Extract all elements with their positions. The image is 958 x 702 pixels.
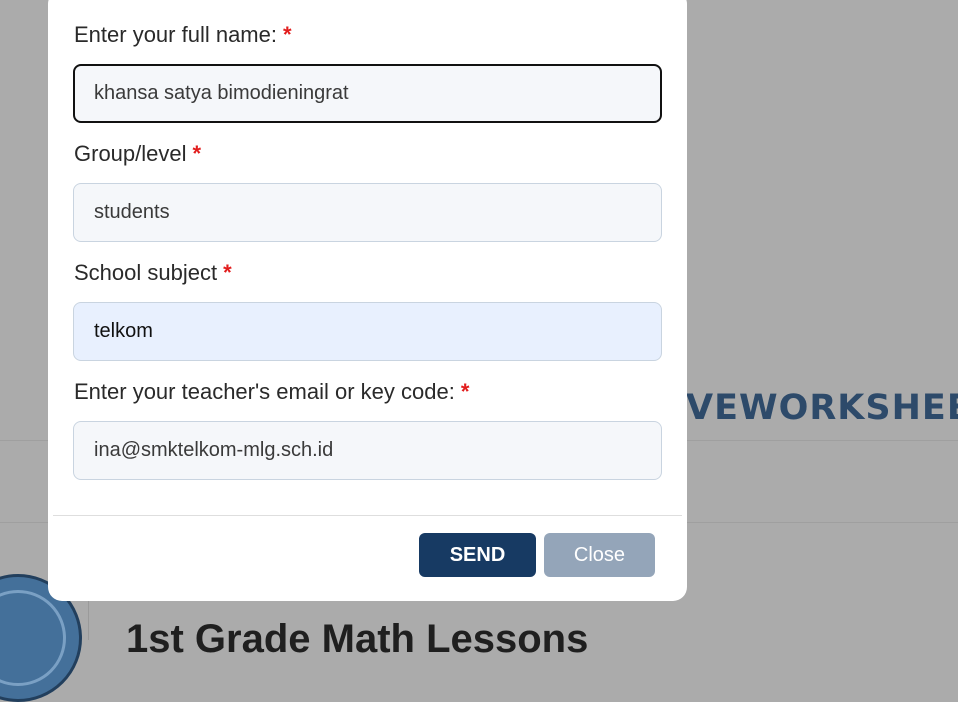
teacher-email-input[interactable] bbox=[73, 421, 662, 480]
close-button[interactable]: Close bbox=[544, 533, 655, 577]
required-marker: * bbox=[192, 141, 202, 166]
school-subject-label-text: School subject bbox=[74, 260, 218, 285]
required-marker: * bbox=[460, 379, 470, 404]
required-marker: * bbox=[282, 22, 292, 47]
group-level-label: Group/level * bbox=[74, 141, 201, 167]
site-logo-text: VEWORKSHEET bbox=[686, 388, 958, 428]
school-subject-input[interactable] bbox=[73, 302, 662, 361]
divider bbox=[88, 600, 89, 640]
group-level-input[interactable] bbox=[73, 183, 662, 242]
group-level-label-text: Group/level bbox=[74, 141, 187, 166]
full-name-input[interactable] bbox=[73, 64, 662, 123]
required-marker: * bbox=[223, 260, 232, 285]
teacher-email-label: Enter your teacher's email or key code: * bbox=[74, 379, 469, 405]
send-answers-dialog: Enter your full name:* Group/level* Scho… bbox=[48, 0, 687, 601]
send-button[interactable]: SEND bbox=[419, 533, 536, 577]
full-name-label: Enter your full name: * bbox=[74, 22, 292, 48]
school-subject-label: School subject * bbox=[74, 260, 232, 286]
teacher-email-label-text: Enter your teacher's email or key code: bbox=[74, 379, 455, 404]
full-name-label-text: Enter your full name: bbox=[74, 22, 277, 47]
footer-divider bbox=[53, 515, 682, 516]
